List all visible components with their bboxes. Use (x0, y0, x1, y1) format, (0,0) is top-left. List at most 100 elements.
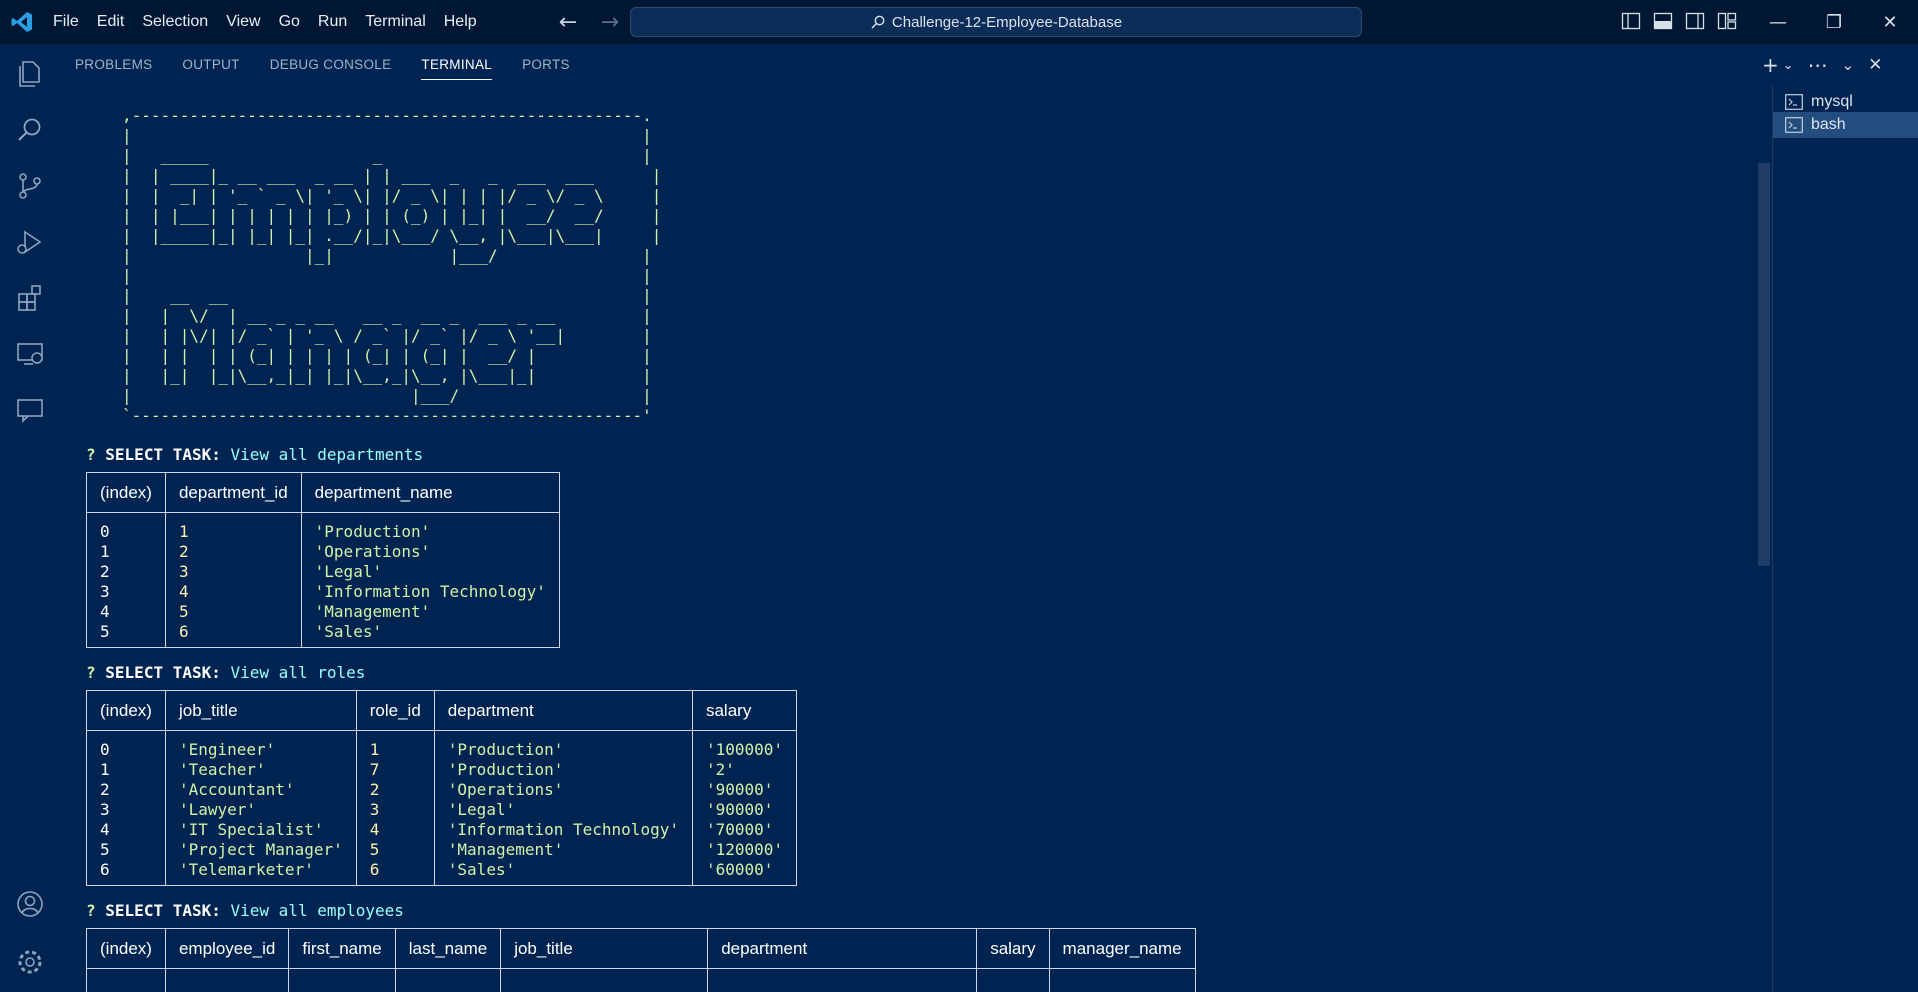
table-cell: '2' (691, 760, 798, 780)
panel-actions: + ⌄ ⋯ ⌄ ✕ (1762, 44, 1883, 86)
maximize-panel-icon[interactable]: ⌄ (1842, 56, 1855, 74)
terminal-item-label: mysql (1811, 93, 1853, 110)
table-header-row: (index) employee_id first_name last_name job… (86, 928, 1196, 969)
tab-ports[interactable]: PORTS (522, 44, 570, 86)
column-header: (index) (86, 690, 166, 731)
column-header: (index) (86, 928, 166, 969)
table-cell: 2 (164, 542, 302, 562)
table-row (86, 968, 1196, 992)
table-cell: 6 (355, 860, 435, 886)
table-row: 5 'Project Manager' 5 'Management' '120000' (86, 840, 798, 860)
table-cell (500, 968, 709, 992)
menu-go[interactable]: Go (270, 0, 309, 44)
forward-arrow-icon[interactable]: → (598, 10, 622, 35)
toggle-primary-sidebar-icon[interactable] (1620, 10, 1642, 32)
new-terminal-icon[interactable]: + (1762, 53, 1779, 77)
table-cell: 'IT Specialist' (164, 820, 357, 840)
menu-edit[interactable]: Edit (88, 0, 134, 44)
menu-help[interactable]: Help (435, 0, 486, 44)
source-control-icon[interactable] (0, 158, 60, 214)
table-cell: 'Management' (300, 602, 560, 622)
column-header: manager_name (1048, 928, 1196, 969)
customize-layout-icon[interactable] (1716, 10, 1738, 32)
activity-bar (0, 44, 60, 992)
table-cell: 'Legal' (433, 800, 693, 820)
column-header: job_title (500, 928, 709, 969)
account-icon[interactable] (0, 876, 60, 932)
more-actions-icon[interactable]: ⋯ (1808, 53, 1828, 77)
table-row: 1 'Teacher' 7 'Production' '2' (86, 760, 798, 780)
table-cell (86, 968, 166, 992)
table-row: 0 1 'Production' (86, 512, 560, 542)
table-cell: 1 (86, 542, 166, 562)
table-cell: 'Operations' (300, 542, 560, 562)
table-cell: 2 (86, 562, 166, 582)
vscode-logo-icon (0, 0, 44, 44)
table-cell: 3 (164, 562, 302, 582)
column-header: salary (691, 690, 798, 731)
table-cell: 'Engineer' (164, 730, 357, 760)
column-header: salary (976, 928, 1050, 969)
menu-view[interactable]: View (217, 0, 269, 44)
terminal-tab-list: mysql bash (1772, 86, 1918, 992)
table-cell: 'Telemarketer' (164, 860, 357, 886)
select-task-prompt: ? SELECT TASK: View all departments (86, 444, 1746, 466)
tab-output[interactable]: OUTPUT (182, 44, 239, 86)
search-icon[interactable] (0, 102, 60, 158)
chat-icon[interactable] (0, 382, 60, 438)
terminal-scrollbar[interactable] (1758, 163, 1770, 566)
table-cell: 7 (355, 760, 435, 780)
tab-debug-console[interactable]: DEBUG CONSOLE (270, 44, 392, 86)
layout-controls (1620, 10, 1738, 32)
table-row: 2 'Accountant' 2 'Operations' '90000' (86, 780, 798, 800)
run-debug-icon[interactable] (0, 214, 60, 270)
result-table: (index) department_id department_name 0 1 'Pr… (86, 472, 560, 648)
table-cell: 'Production' (433, 760, 693, 780)
result-table: (index) job_title role_id department salary 0… (86, 690, 798, 886)
close-panel-icon[interactable]: ✕ (1868, 55, 1882, 75)
extensions-icon[interactable] (0, 270, 60, 326)
prompt-answer: View all employees (230, 901, 404, 920)
column-header: department_name (300, 472, 560, 513)
column-header: job_title (164, 690, 357, 731)
terminal-output[interactable]: ,---------------------------------------… (86, 106, 1746, 992)
menu-selection[interactable]: Selection (133, 0, 217, 44)
table-cell: '90000' (691, 780, 798, 800)
column-header: department (433, 690, 693, 731)
column-header: role_id (355, 690, 435, 731)
table-row: 4 5 'Management' (86, 602, 560, 622)
table-row: 1 2 'Operations' (86, 542, 560, 562)
toggle-secondary-sidebar-icon[interactable] (1684, 10, 1706, 32)
table-cell: '120000' (691, 840, 798, 860)
toggle-panel-icon[interactable] (1652, 10, 1674, 32)
table-cell: 'Sales' (433, 860, 693, 886)
table-cell (394, 968, 502, 992)
menu-file[interactable]: File (44, 0, 88, 44)
back-arrow-icon[interactable]: ← (556, 10, 580, 35)
restore-icon[interactable]: ❐ (1806, 0, 1862, 44)
table-cell: 4 (86, 820, 166, 840)
minimize-icon[interactable]: — (1750, 0, 1806, 44)
table-cell: 'Teacher' (164, 760, 357, 780)
settings-gear-icon[interactable] (0, 934, 60, 990)
table-cell: 'Operations' (433, 780, 693, 800)
table-cell: 'Management' (433, 840, 693, 860)
command-center-search[interactable]: Challenge-12-Employee-Database (630, 7, 1362, 37)
chevron-down-icon[interactable]: ⌄ (1783, 58, 1794, 73)
close-window-icon[interactable]: ✕ (1862, 0, 1918, 44)
menu-terminal[interactable]: Terminal (356, 0, 434, 44)
table-cell: 4 (86, 602, 166, 622)
tab-terminal[interactable]: TERMINAL (421, 44, 492, 86)
table-cell (164, 968, 290, 992)
prompt-question-mark: ? (86, 663, 96, 682)
menu-run[interactable]: Run (309, 0, 356, 44)
column-header: last_name (394, 928, 502, 969)
command-center-label: Challenge-12-Employee-Database (891, 13, 1123, 31)
explorer-icon[interactable] (0, 46, 60, 102)
terminal-item-bash[interactable]: bash (1773, 112, 1918, 138)
remote-explorer-icon[interactable] (0, 326, 60, 382)
tab-problems[interactable]: PROBLEMS (75, 44, 152, 86)
terminal-icon (1785, 117, 1803, 133)
prompt-label: SELECT TASK: (105, 445, 221, 464)
table-row: 3 4 'Information Technology' (86, 582, 560, 602)
